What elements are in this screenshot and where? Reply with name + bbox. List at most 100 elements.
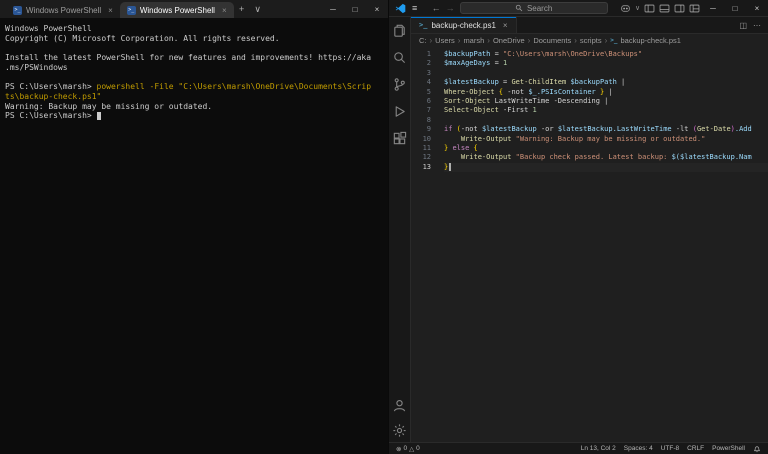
code-line[interactable] xyxy=(444,116,768,125)
language-mode[interactable]: PowerShell xyxy=(712,445,745,452)
terminal-tab-1[interactable]: >_ Windows PowerShell × xyxy=(6,2,120,18)
code-line[interactable]: Sort-Object LastWriteTime -Descending | xyxy=(444,97,768,106)
toggle-sidebar-icon[interactable] xyxy=(642,0,657,16)
close-button[interactable]: × xyxy=(366,0,388,18)
code-line[interactable] xyxy=(444,69,768,78)
activity-bar xyxy=(389,17,411,442)
search-icon[interactable] xyxy=(392,49,408,65)
warning-icon: △ xyxy=(409,445,415,453)
minimize-button[interactable]: ─ xyxy=(702,4,724,13)
breadcrumb-item[interactable]: marsh xyxy=(463,36,484,45)
maximize-button[interactable]: □ xyxy=(344,0,366,18)
eol-sequence[interactable]: CRLF xyxy=(687,445,704,452)
breadcrumb-item[interactable]: OneDrive xyxy=(493,36,525,45)
line-number: 10 xyxy=(422,134,431,143)
new-tab-button[interactable]: + xyxy=(234,0,250,18)
code-token: .Nam xyxy=(734,153,752,162)
code-token: else xyxy=(452,143,470,152)
code-line[interactable]: $maxAgeDays = 1 xyxy=(444,59,768,68)
toggle-panel-icon[interactable] xyxy=(657,0,672,16)
code-token: -First xyxy=(503,106,529,115)
terminal-text: ts\backup-check.ps1" xyxy=(5,91,102,101)
source-control-icon[interactable] xyxy=(392,76,408,92)
breadcrumb-item[interactable]: scripts xyxy=(580,36,602,45)
breadcrumb-item[interactable]: C: xyxy=(419,36,427,45)
line-number: 9 xyxy=(426,125,431,134)
code-token: -Descending xyxy=(553,96,600,105)
problems-indicator[interactable]: ⊗ 0 △ 0 xyxy=(396,445,420,453)
editor-code[interactable]: $backupPath = "C:\Users\marsh\OneDrive\B… xyxy=(438,50,768,442)
line-number: 4 xyxy=(426,78,431,87)
close-button[interactable]: × xyxy=(746,4,768,13)
breadcrumb-item[interactable]: Users xyxy=(435,36,455,45)
terminal-text: PS C:\Users\marsh> xyxy=(5,82,97,92)
code-token: $backupPath xyxy=(570,78,617,87)
code-token: = xyxy=(490,59,504,68)
breadcrumb-file[interactable]: backup-check.ps1 xyxy=(621,36,681,45)
terminal-tab-2[interactable]: >_ Windows PowerShell × xyxy=(119,2,234,18)
close-tab-icon[interactable]: × xyxy=(105,6,113,15)
minimize-button[interactable]: ─ xyxy=(322,0,344,18)
copilot-icon[interactable] xyxy=(618,0,633,16)
terminal-tab-label: Windows PowerShell xyxy=(26,5,102,15)
code-line[interactable]: if (-not $latestBackup -or $latestBackup… xyxy=(444,125,768,134)
close-tab-icon[interactable]: × xyxy=(219,6,227,15)
powershell-file-icon: >_ xyxy=(419,21,428,29)
back-icon[interactable]: ← xyxy=(432,3,441,13)
maximize-button[interactable]: □ xyxy=(724,4,746,13)
cursor-position[interactable]: Ln 13, Col 2 xyxy=(581,445,616,452)
error-count: 0 xyxy=(403,445,408,452)
code-token: $_ xyxy=(528,87,537,96)
code-token: Write-Output xyxy=(460,134,512,143)
line-number: 8 xyxy=(426,115,431,124)
terminal-text: Windows PowerShell xyxy=(5,24,92,33)
code-token: "C:\Users\marsh\OneDrive\Backups" xyxy=(503,50,643,58)
more-actions-icon[interactable]: ⋯ xyxy=(753,21,761,30)
code-editor[interactable]: 1 2 3 4 5 6 7 8 9 10 11 12 13 $backupPath = "C:\User… xyxy=(411,47,768,442)
split-editor-icon[interactable]: ◫ xyxy=(739,21,747,30)
code-line[interactable]: } xyxy=(444,162,768,173)
chevron-right-icon: › xyxy=(487,36,490,45)
code-token: Select-Object xyxy=(444,106,499,115)
line-number: 3 xyxy=(426,68,431,77)
code-line[interactable]: } else { xyxy=(444,144,768,153)
vscode-titlebar: ≡ ← → Search ∨ ─ □ × xyxy=(389,0,768,17)
terminal-line: PS C:\Users\marsh> xyxy=(5,111,383,121)
status-bar: ⊗ 0 △ 0 Ln 13, Col 2 Spaces: 4 UTF-8 CRL… xyxy=(389,442,768,454)
code-line[interactable]: $backupPath = "C:\Users\marsh\OneDrive\B… xyxy=(444,50,768,59)
toggle-secondary-sidebar-icon[interactable] xyxy=(672,0,687,16)
menu-icon[interactable]: ≡ xyxy=(412,3,417,13)
run-debug-icon[interactable] xyxy=(392,103,408,119)
code-token: Write-Output xyxy=(460,153,512,162)
code-line[interactable]: $latestBackup = Get-ChildItem $backupPat… xyxy=(444,78,768,87)
code-line[interactable]: Where-Object { -not $_.PSIsContainer } | xyxy=(444,88,768,97)
editor-gutter: 1 2 3 4 5 6 7 8 9 10 11 12 13 xyxy=(411,50,438,442)
indentation[interactable]: Spaces: 4 xyxy=(624,445,653,452)
customize-layout-icon[interactable] xyxy=(687,0,702,16)
close-tab-icon[interactable]: × xyxy=(500,21,508,30)
code-token: Where-Object xyxy=(444,87,495,96)
editor-actions: ◫ ⋯ xyxy=(739,17,768,33)
encoding[interactable]: UTF-8 xyxy=(661,445,679,452)
code-line[interactable]: Write-Output "Backup check passed. Lates… xyxy=(444,153,768,162)
extensions-icon[interactable] xyxy=(392,130,408,146)
forward-icon[interactable]: → xyxy=(446,3,455,13)
terminal-text: Install the latest PowerShell for new fe… xyxy=(5,53,372,63)
code-line[interactable]: Select-Object -First 1 xyxy=(444,106,768,115)
code-line[interactable]: Write-Output "Warning: Backup may be mis… xyxy=(444,135,768,144)
tab-dropdown-button[interactable]: ∨ xyxy=(250,0,266,18)
account-icon[interactable] xyxy=(392,397,408,413)
chevron-down-icon[interactable]: ∨ xyxy=(633,4,642,12)
tab-label: backup-check.ps1 xyxy=(431,20,496,30)
search-input[interactable]: Search xyxy=(459,2,608,14)
notifications-bell-icon[interactable] xyxy=(753,445,761,453)
tab-backup-check[interactable]: >_ backup-check.ps1 × xyxy=(411,17,517,33)
settings-gear-icon[interactable] xyxy=(392,422,408,438)
terminal-output[interactable]: Windows PowerShell Copyright (C) Microsof… xyxy=(0,18,388,454)
breadcrumb-item[interactable]: Documents xyxy=(533,36,571,45)
explorer-icon[interactable] xyxy=(392,22,408,38)
editor-cursor xyxy=(449,162,451,171)
